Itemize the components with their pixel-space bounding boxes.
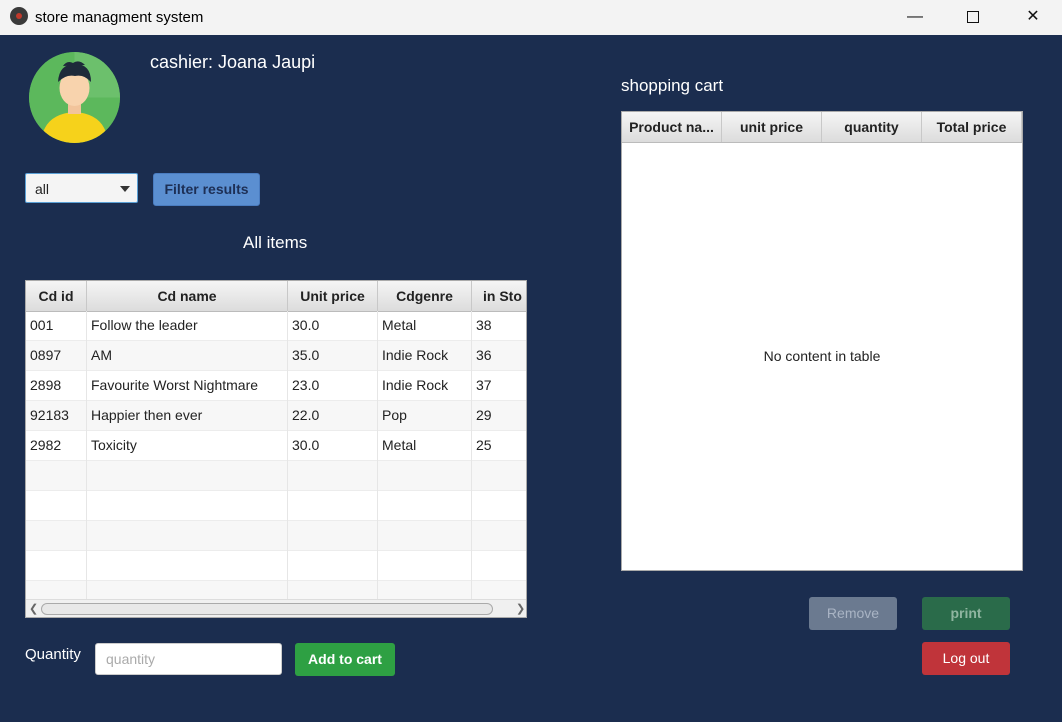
cell-unit-price: 22.0 bbox=[288, 401, 378, 431]
cell-in-stock: 38 bbox=[472, 311, 526, 341]
category-select[interactable]: all bbox=[25, 173, 138, 203]
scrollbar-thumb[interactable] bbox=[41, 603, 493, 615]
items-title: All items bbox=[243, 233, 308, 252]
empty-table-message: No content in table bbox=[763, 348, 881, 364]
cell-cd-name: Toxicity bbox=[87, 431, 288, 461]
empty-row bbox=[26, 551, 526, 581]
minimize-button[interactable]: — bbox=[886, 0, 944, 35]
cell-unit-price: 30.0 bbox=[288, 431, 378, 461]
avatar bbox=[29, 52, 120, 143]
cell-in-stock: 36 bbox=[472, 341, 526, 371]
scroll-left-icon[interactable]: ❮ bbox=[29, 602, 38, 615]
add-to-cart-button[interactable]: Add to cart bbox=[295, 643, 395, 676]
column-header-unit-price[interactable]: unit price bbox=[722, 112, 822, 142]
cell-cd-name: AM bbox=[87, 341, 288, 371]
cell-cd-name: Follow the leader bbox=[87, 311, 288, 341]
column-header-cd-id[interactable]: Cd id bbox=[26, 281, 87, 311]
column-header-unit-price[interactable]: Unit price bbox=[288, 281, 378, 311]
table-row[interactable]: 92183 Happier then ever 22.0 Pop 29 bbox=[26, 401, 526, 431]
category-select-value: all bbox=[35, 181, 50, 197]
column-header-quantity[interactable]: quantity bbox=[822, 112, 922, 142]
chevron-down-icon bbox=[120, 186, 130, 192]
cashier-name: cashier: Joana Jaupi bbox=[150, 52, 316, 72]
maximize-icon bbox=[967, 11, 979, 23]
cell-unit-price: 23.0 bbox=[288, 371, 378, 401]
items-table-header: Cd id Cd name Unit price Cdgenre in Sto bbox=[26, 281, 526, 312]
user-avatar-icon bbox=[29, 52, 120, 143]
empty-row bbox=[26, 521, 526, 551]
cell-cdgenre: Metal bbox=[378, 311, 472, 341]
cell-cd-id: 2982 bbox=[26, 431, 87, 461]
title-bar: store managment system — ✕ bbox=[0, 0, 1062, 35]
cell-cdgenre: Metal bbox=[378, 431, 472, 461]
empty-row bbox=[26, 461, 526, 491]
close-button[interactable]: ✕ bbox=[1004, 0, 1062, 35]
shopping-cart-table[interactable]: Product na... unit price quantity Total … bbox=[621, 111, 1023, 571]
quantity-label: Quantity bbox=[25, 646, 81, 663]
cell-unit-price: 30.0 bbox=[288, 311, 378, 341]
cell-cdgenre: Indie Rock bbox=[378, 341, 472, 371]
cell-cdgenre: Indie Rock bbox=[378, 371, 472, 401]
print-button[interactable]: print bbox=[922, 597, 1010, 630]
remove-button[interactable]: Remove bbox=[809, 597, 897, 630]
empty-row bbox=[26, 491, 526, 521]
maximize-button[interactable] bbox=[944, 0, 1002, 35]
app-icon bbox=[10, 7, 28, 25]
cart-table-header: Product na... unit price quantity Total … bbox=[622, 112, 1022, 143]
column-header-cd-name[interactable]: Cd name bbox=[87, 281, 288, 311]
column-header-total-price[interactable]: Total price bbox=[922, 112, 1022, 142]
filter-results-button[interactable]: Filter results bbox=[153, 173, 260, 206]
cell-cd-id: 92183 bbox=[26, 401, 87, 431]
window-title: store managment system bbox=[35, 9, 204, 26]
table-row[interactable]: 2982 Toxicity 30.0 Metal 25 bbox=[26, 431, 526, 461]
cell-cd-id: 0897 bbox=[26, 341, 87, 371]
table-row[interactable]: 001 Follow the leader 30.0 Metal 38 bbox=[26, 311, 526, 341]
table-row[interactable]: 0897 AM 35.0 Indie Rock 36 bbox=[26, 341, 526, 371]
cell-cd-id: 2898 bbox=[26, 371, 87, 401]
shopping-cart-title: shopping cart bbox=[621, 76, 724, 95]
column-header-cdgenre[interactable]: Cdgenre bbox=[378, 281, 472, 311]
cell-in-stock: 25 bbox=[472, 431, 526, 461]
cell-in-stock: 29 bbox=[472, 401, 526, 431]
cell-cdgenre: Pop bbox=[378, 401, 472, 431]
horizontal-scrollbar[interactable]: ❮ ❯ bbox=[26, 599, 526, 617]
cell-unit-price: 35.0 bbox=[288, 341, 378, 371]
logout-button[interactable]: Log out bbox=[922, 642, 1010, 675]
items-table[interactable]: Cd id Cd name Unit price Cdgenre in Sto … bbox=[25, 280, 527, 618]
cell-cd-name: Favourite Worst Nightmare bbox=[87, 371, 288, 401]
table-row[interactable]: 2898 Favourite Worst Nightmare 23.0 Indi… bbox=[26, 371, 526, 401]
cell-cd-id: 001 bbox=[26, 311, 87, 341]
cell-in-stock: 37 bbox=[472, 371, 526, 401]
column-header-in-stock[interactable]: in Sto bbox=[472, 281, 526, 311]
column-header-product-name[interactable]: Product na... bbox=[622, 112, 722, 142]
scroll-right-icon[interactable]: ❯ bbox=[516, 602, 525, 615]
cell-cd-name: Happier then ever bbox=[87, 401, 288, 431]
quantity-input[interactable] bbox=[95, 643, 282, 675]
